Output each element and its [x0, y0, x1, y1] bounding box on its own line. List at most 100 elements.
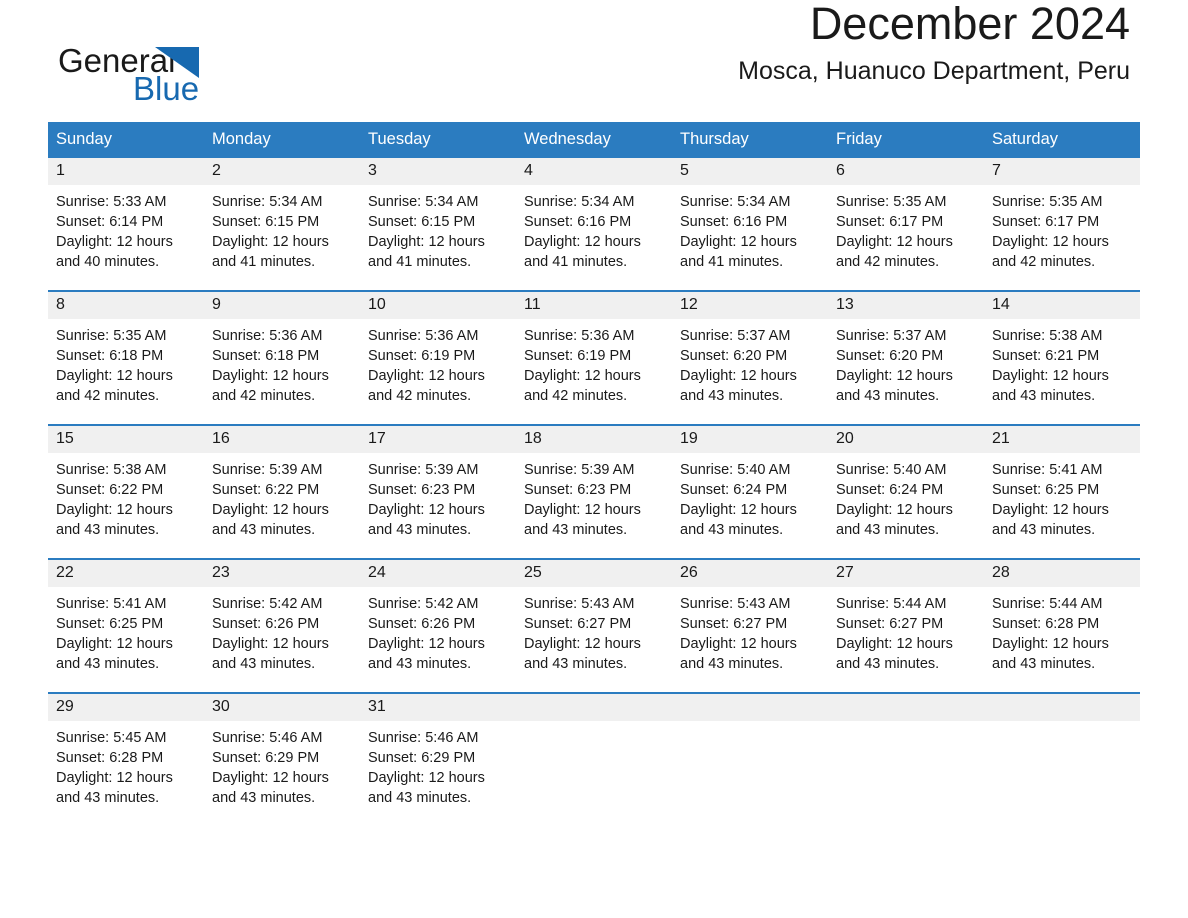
- day-cell[interactable]: 2 Sunrise: 5:34 AM Sunset: 6:15 PM Dayli…: [204, 158, 360, 291]
- daylight-text-line2: and 43 minutes.: [524, 656, 628, 672]
- daylight-text-line2: and 41 minutes.: [680, 254, 784, 270]
- day-cell[interactable]: 6 Sunrise: 5:35 AM Sunset: 6:17 PM Dayli…: [828, 158, 984, 291]
- day-info: Sunrise: 5:45 AM Sunset: 6:28 PM Dayligh…: [48, 721, 204, 826]
- day-cell[interactable]: 11 Sunrise: 5:36 AM Sunset: 6:19 PM Dayl…: [516, 290, 672, 425]
- day-info: Sunrise: 5:33 AM Sunset: 6:14 PM Dayligh…: [48, 185, 204, 290]
- daylight-text-line1: Daylight: 12 hours: [368, 502, 485, 518]
- day-cell[interactable]: 25 Sunrise: 5:43 AM Sunset: 6:27 PM Dayl…: [516, 558, 672, 693]
- daylight-text-line1: Daylight: 12 hours: [212, 770, 329, 786]
- sunrise-text: Sunrise: 5:40 AM: [680, 462, 791, 478]
- daylight-text-line2: and 41 minutes.: [368, 254, 472, 270]
- day-cell[interactable]: 24 Sunrise: 5:42 AM Sunset: 6:26 PM Dayl…: [360, 558, 516, 693]
- sunset-text: Sunset: 6:18 PM: [212, 348, 320, 364]
- day-number: 28: [984, 560, 1140, 587]
- day-info: Sunrise: 5:41 AM Sunset: 6:25 PM Dayligh…: [984, 453, 1140, 558]
- daylight-text-line1: Daylight: 12 hours: [836, 234, 953, 250]
- day-cell[interactable]: 3 Sunrise: 5:34 AM Sunset: 6:15 PM Dayli…: [360, 158, 516, 291]
- day-info: Sunrise: 5:40 AM Sunset: 6:24 PM Dayligh…: [828, 453, 984, 558]
- weekday-header-row: Sunday Monday Tuesday Wednesday Thursday…: [48, 122, 1140, 158]
- day-info: Sunrise: 5:46 AM Sunset: 6:29 PM Dayligh…: [360, 721, 516, 826]
- daylight-text-line2: and 42 minutes.: [524, 388, 628, 404]
- day-number: 7: [984, 158, 1140, 185]
- day-cell[interactable]: 26 Sunrise: 5:43 AM Sunset: 6:27 PM Dayl…: [672, 558, 828, 693]
- daylight-text-line1: Daylight: 12 hours: [212, 636, 329, 652]
- day-cell[interactable]: 20 Sunrise: 5:40 AM Sunset: 6:24 PM Dayl…: [828, 424, 984, 559]
- day-cell[interactable]: 21 Sunrise: 5:41 AM Sunset: 6:25 PM Dayl…: [984, 424, 1140, 559]
- sunset-text: Sunset: 6:17 PM: [992, 214, 1100, 230]
- day-info: Sunrise: 5:36 AM Sunset: 6:19 PM Dayligh…: [360, 319, 516, 424]
- day-cell[interactable]: 9 Sunrise: 5:36 AM Sunset: 6:18 PM Dayli…: [204, 290, 360, 425]
- daylight-text-line2: and 43 minutes.: [992, 388, 1096, 404]
- calendar-week-row: 22 Sunrise: 5:41 AM Sunset: 6:25 PM Dayl…: [48, 558, 1140, 693]
- day-cell[interactable]: 19 Sunrise: 5:40 AM Sunset: 6:24 PM Dayl…: [672, 424, 828, 559]
- day-number: 8: [48, 292, 204, 319]
- sunset-text: Sunset: 6:29 PM: [212, 750, 320, 766]
- sunrise-text: Sunrise: 5:35 AM: [56, 328, 167, 344]
- sunrise-text: Sunrise: 5:37 AM: [680, 328, 791, 344]
- day-info: [828, 721, 984, 746]
- sunset-text: Sunset: 6:27 PM: [680, 616, 788, 632]
- sunrise-text: Sunrise: 5:36 AM: [212, 328, 323, 344]
- day-cell[interactable]: 8 Sunrise: 5:35 AM Sunset: 6:18 PM Dayli…: [48, 290, 204, 425]
- day-info: Sunrise: 5:42 AM Sunset: 6:26 PM Dayligh…: [204, 587, 360, 692]
- day-cell[interactable]: 10 Sunrise: 5:36 AM Sunset: 6:19 PM Dayl…: [360, 290, 516, 425]
- sunset-text: Sunset: 6:22 PM: [56, 482, 164, 498]
- day-number: 19: [672, 426, 828, 453]
- sunset-text: Sunset: 6:20 PM: [836, 348, 944, 364]
- daylight-text-line1: Daylight: 12 hours: [992, 368, 1109, 384]
- sunset-text: Sunset: 6:17 PM: [836, 214, 944, 230]
- day-cell[interactable]: 12 Sunrise: 5:37 AM Sunset: 6:20 PM Dayl…: [672, 290, 828, 425]
- day-number: 2: [204, 158, 360, 185]
- daylight-text-line1: Daylight: 12 hours: [56, 502, 173, 518]
- daylight-text-line2: and 43 minutes.: [992, 522, 1096, 538]
- sunrise-text: Sunrise: 5:45 AM: [56, 730, 167, 746]
- calendar-week-row: 1 Sunrise: 5:33 AM Sunset: 6:14 PM Dayli…: [48, 158, 1140, 291]
- day-cell[interactable]: 28 Sunrise: 5:44 AM Sunset: 6:28 PM Dayl…: [984, 558, 1140, 693]
- sunset-text: Sunset: 6:21 PM: [992, 348, 1100, 364]
- day-number: 10: [360, 292, 516, 319]
- day-cell[interactable]: 29 Sunrise: 5:45 AM Sunset: 6:28 PM Dayl…: [48, 692, 204, 826]
- day-info: Sunrise: 5:43 AM Sunset: 6:27 PM Dayligh…: [672, 587, 828, 692]
- daylight-text-line1: Daylight: 12 hours: [836, 502, 953, 518]
- sunset-text: Sunset: 6:28 PM: [56, 750, 164, 766]
- day-cell[interactable]: 14 Sunrise: 5:38 AM Sunset: 6:21 PM Dayl…: [984, 290, 1140, 425]
- day-number: 17: [360, 426, 516, 453]
- daylight-text-line2: and 41 minutes.: [212, 254, 316, 270]
- day-cell[interactable]: 30 Sunrise: 5:46 AM Sunset: 6:29 PM Dayl…: [204, 692, 360, 826]
- day-info: Sunrise: 5:40 AM Sunset: 6:24 PM Dayligh…: [672, 453, 828, 558]
- daylight-text-line1: Daylight: 12 hours: [680, 234, 797, 250]
- day-cell[interactable]: 31 Sunrise: 5:46 AM Sunset: 6:29 PM Dayl…: [360, 692, 516, 826]
- sunset-text: Sunset: 6:27 PM: [836, 616, 944, 632]
- sunrise-text: Sunrise: 5:41 AM: [992, 462, 1103, 478]
- day-cell[interactable]: 1 Sunrise: 5:33 AM Sunset: 6:14 PM Dayli…: [48, 158, 204, 291]
- sunrise-text: Sunrise: 5:44 AM: [992, 596, 1103, 612]
- day-cell[interactable]: 7 Sunrise: 5:35 AM Sunset: 6:17 PM Dayli…: [984, 158, 1140, 291]
- sunrise-text: Sunrise: 5:37 AM: [836, 328, 947, 344]
- daylight-text-line2: and 43 minutes.: [56, 790, 160, 806]
- day-cell[interactable]: 5 Sunrise: 5:34 AM Sunset: 6:16 PM Dayli…: [672, 158, 828, 291]
- daylight-text-line2: and 43 minutes.: [212, 522, 316, 538]
- sunrise-text: Sunrise: 5:40 AM: [836, 462, 947, 478]
- sunset-text: Sunset: 6:26 PM: [368, 616, 476, 632]
- daylight-text-line1: Daylight: 12 hours: [524, 368, 641, 384]
- day-cell[interactable]: 18 Sunrise: 5:39 AM Sunset: 6:23 PM Dayl…: [516, 424, 672, 559]
- day-info: Sunrise: 5:34 AM Sunset: 6:16 PM Dayligh…: [516, 185, 672, 290]
- day-cell[interactable]: 4 Sunrise: 5:34 AM Sunset: 6:16 PM Dayli…: [516, 158, 672, 291]
- day-cell[interactable]: 22 Sunrise: 5:41 AM Sunset: 6:25 PM Dayl…: [48, 558, 204, 693]
- day-number: [984, 694, 1140, 721]
- day-info: Sunrise: 5:44 AM Sunset: 6:27 PM Dayligh…: [828, 587, 984, 692]
- day-cell[interactable]: 15 Sunrise: 5:38 AM Sunset: 6:22 PM Dayl…: [48, 424, 204, 559]
- day-cell[interactable]: 27 Sunrise: 5:44 AM Sunset: 6:27 PM Dayl…: [828, 558, 984, 693]
- daylight-text-line1: Daylight: 12 hours: [992, 502, 1109, 518]
- calendar-week-row: 8 Sunrise: 5:35 AM Sunset: 6:18 PM Dayli…: [48, 290, 1140, 425]
- day-cell[interactable]: 17 Sunrise: 5:39 AM Sunset: 6:23 PM Dayl…: [360, 424, 516, 559]
- day-cell[interactable]: 13 Sunrise: 5:37 AM Sunset: 6:20 PM Dayl…: [828, 290, 984, 425]
- daylight-text-line2: and 43 minutes.: [368, 522, 472, 538]
- daylight-text-line1: Daylight: 12 hours: [836, 636, 953, 652]
- daylight-text-line2: and 43 minutes.: [368, 790, 472, 806]
- sunrise-text: Sunrise: 5:41 AM: [56, 596, 167, 612]
- daylight-text-line1: Daylight: 12 hours: [836, 368, 953, 384]
- day-cell[interactable]: 16 Sunrise: 5:39 AM Sunset: 6:22 PM Dayl…: [204, 424, 360, 559]
- daylight-text-line2: and 43 minutes.: [836, 388, 940, 404]
- day-cell[interactable]: 23 Sunrise: 5:42 AM Sunset: 6:26 PM Dayl…: [204, 558, 360, 693]
